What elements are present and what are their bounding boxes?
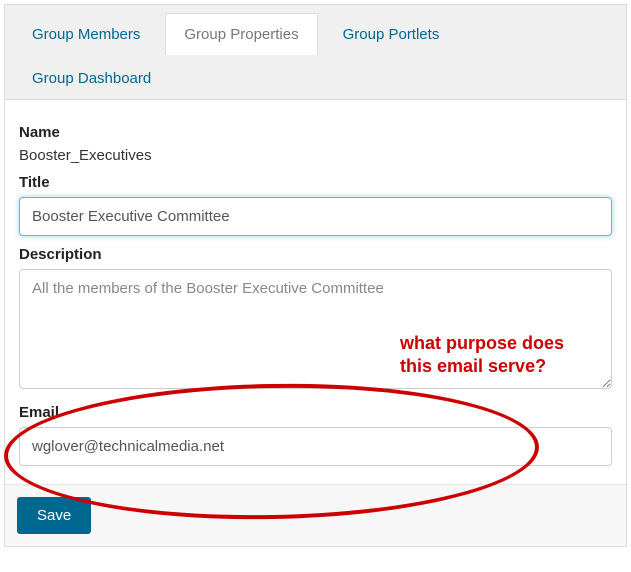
form-content: Name Booster_Executives Title Descriptio… <box>5 100 626 484</box>
title-input[interactable] <box>19 197 612 236</box>
name-value: Booster_Executives <box>19 147 612 164</box>
description-label: Description <box>19 246 612 263</box>
tab-group-properties[interactable]: Group Properties <box>165 13 317 55</box>
title-label: Title <box>19 174 612 191</box>
tab-group-members[interactable]: Group Members <box>13 13 159 55</box>
description-textarea[interactable] <box>19 269 612 389</box>
group-panel: Group Members Group Properties Group Por… <box>4 4 627 547</box>
panel-footer: Save <box>5 484 626 546</box>
tab-group-dashboard[interactable]: Group Dashboard <box>13 57 170 99</box>
save-button[interactable]: Save <box>17 497 91 534</box>
tab-group-portlets[interactable]: Group Portlets <box>324 13 459 55</box>
email-input[interactable] <box>19 427 612 466</box>
name-label: Name <box>19 124 612 141</box>
tab-bar: Group Members Group Properties Group Por… <box>5 5 626 100</box>
email-label: Email <box>19 404 612 421</box>
